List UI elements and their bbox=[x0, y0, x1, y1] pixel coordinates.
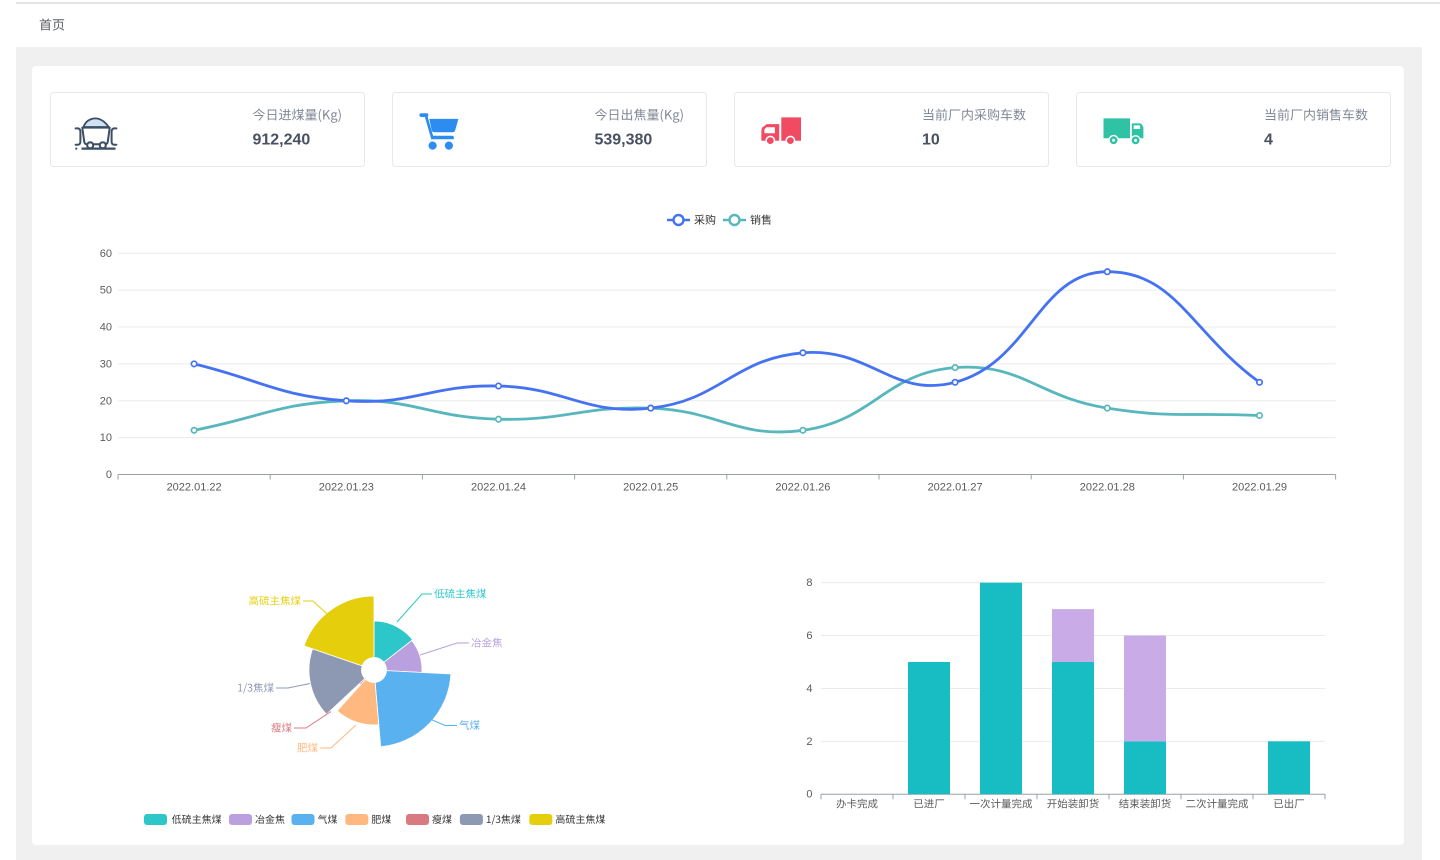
svg-text:2022.01.27: 2022.01.27 bbox=[928, 482, 983, 494]
svg-text:10: 10 bbox=[922, 132, 940, 149]
svg-text:6: 6 bbox=[806, 630, 812, 642]
svg-text:0: 0 bbox=[106, 469, 112, 481]
svg-text:8: 8 bbox=[806, 577, 812, 589]
svg-text:60: 60 bbox=[100, 248, 112, 260]
svg-text:10: 10 bbox=[100, 432, 112, 444]
svg-text:40: 40 bbox=[100, 322, 112, 334]
svg-text:2022.01.26: 2022.01.26 bbox=[775, 482, 830, 494]
svg-text:4: 4 bbox=[1264, 132, 1273, 149]
svg-text:20: 20 bbox=[100, 395, 112, 407]
svg-text:2022.01.22: 2022.01.22 bbox=[167, 482, 222, 494]
svg-text:2022.01.28: 2022.01.28 bbox=[1080, 482, 1135, 494]
svg-text:2022.01.23: 2022.01.23 bbox=[319, 482, 374, 494]
svg-text:50: 50 bbox=[100, 285, 112, 297]
svg-text:912,240: 912,240 bbox=[252, 132, 310, 149]
svg-text:0: 0 bbox=[806, 789, 812, 801]
svg-text:539,380: 539,380 bbox=[594, 132, 652, 149]
svg-text:4: 4 bbox=[806, 683, 812, 695]
svg-text:2: 2 bbox=[806, 736, 812, 748]
svg-text:30: 30 bbox=[100, 358, 112, 370]
svg-text:2022.01.29: 2022.01.29 bbox=[1232, 482, 1287, 494]
svg-text:2022.01.25: 2022.01.25 bbox=[623, 482, 678, 494]
svg-text:2022.01.24: 2022.01.24 bbox=[471, 482, 526, 494]
